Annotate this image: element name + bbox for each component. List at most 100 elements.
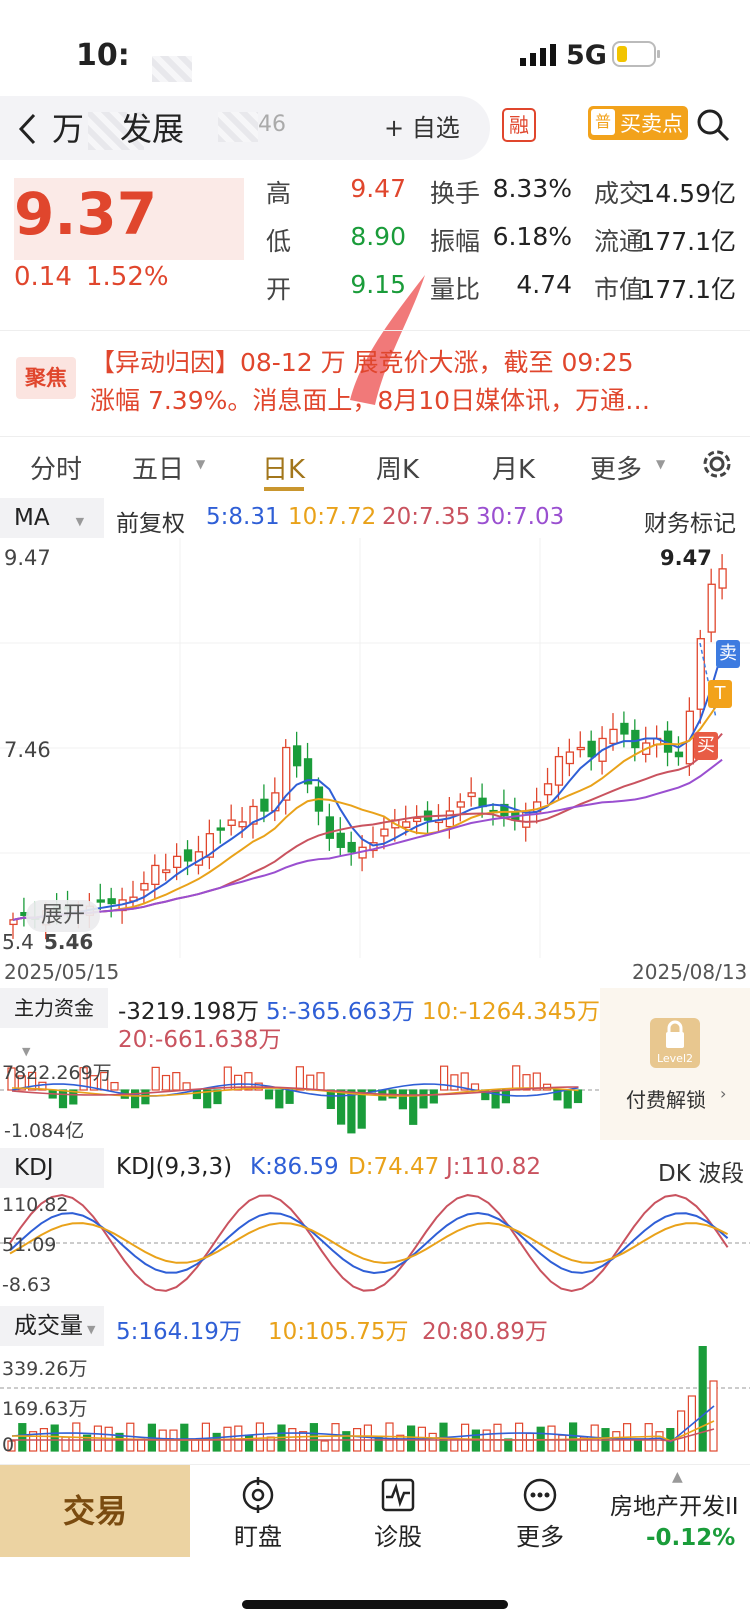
margin-badge[interactable]: 融 <box>502 108 536 142</box>
candle-body <box>172 855 182 869</box>
fund-indicator-selector[interactable]: 主力资金▼ <box>0 988 108 1058</box>
ma-legend-bar: MA ▼ 前复权 5:8.31 10:7.72 20:7.35 30:7.03 财… <box>0 498 750 538</box>
volume-bar <box>191 1438 200 1452</box>
kdj-legend-bar: KDJ KDJ(9,3,3) K:86.59 D:74.47 J:110.82 … <box>0 1148 750 1188</box>
fund-axis-bottom: -1.084亿 <box>4 1120 85 1142</box>
expand-button[interactable]: 展开 <box>26 900 100 932</box>
volume-legend-bar: 成交量 ▼ 5:164.19万 10:105.75万 20:80.89万 <box>0 1306 750 1346</box>
candle-body <box>565 751 575 765</box>
fund-axis-top: 7822.269万 <box>2 1062 112 1084</box>
volume-ma20: 20:80.89万 <box>422 1319 548 1345</box>
chevron-left-icon[interactable] <box>16 112 38 146</box>
volume-indicator-selector[interactable]: 成交量 ▼ <box>0 1306 104 1346</box>
ma30-line <box>12 758 723 921</box>
fund-bar <box>419 1089 428 1109</box>
tab-intraday[interactable]: 分时 <box>30 449 82 486</box>
fund-bar <box>285 1089 294 1104</box>
dropdown-caret-icon: ▼ <box>75 515 85 528</box>
volume-axis-mid: 169.63万 <box>2 1398 88 1420</box>
finance-mark-button[interactable]: 财务标记 <box>644 504 736 538</box>
candle-body <box>576 746 585 751</box>
add-watchlist-button[interactable]: + 自选 <box>384 108 460 143</box>
level2-paywall[interactable]: Level2 付费解锁 › <box>600 988 750 1140</box>
ma20-value: 20:7.35 <box>382 504 471 530</box>
volume-bar <box>461 1423 470 1452</box>
ma-indicator-selector[interactable]: MA ▼ <box>0 498 104 538</box>
search-icon[interactable] <box>696 108 730 142</box>
candle-body <box>347 841 356 853</box>
price-change: 0.14 <box>14 262 72 292</box>
redaction-block <box>152 56 192 82</box>
kdj-k: K:86.59 <box>250 1154 339 1180</box>
candle-body <box>336 832 345 848</box>
gear-icon[interactable] <box>700 447 734 481</box>
news-line-2: 涨幅 7.39%。消息面上，8月10日媒体讯，万通… <box>90 386 651 415</box>
dropdown-caret-icon: ▼ <box>87 1323 96 1336</box>
signal-icon <box>520 44 556 66</box>
volume-bar <box>331 1423 340 1452</box>
fund-bar <box>357 1089 366 1129</box>
bottom-toolbar: 交易 盯盘 诊股 更多 ▲ 房地产开发II -0.12% <box>0 1464 750 1575</box>
volume-bar <box>255 1422 264 1452</box>
volume-bar <box>212 1432 221 1452</box>
ma30-value: 30:7.03 <box>476 504 565 530</box>
tab-monthly-k[interactable]: 月K <box>492 449 535 486</box>
ma5-line <box>12 651 724 921</box>
candle-body <box>543 783 553 796</box>
level2-text: Level2 <box>656 1052 694 1065</box>
candle-body <box>96 899 105 903</box>
buy-signal-tag[interactable]: 买 <box>694 732 718 760</box>
volume-bar <box>18 1423 27 1452</box>
dk-wave-button[interactable]: DK 波段 <box>658 1154 744 1188</box>
kdj-axis-mid: 51.09 <box>2 1234 57 1256</box>
volume-bar <box>655 1431 664 1452</box>
candle-body <box>325 816 335 839</box>
fund-bar <box>213 1089 222 1105</box>
t-signal-tag[interactable]: T <box>708 680 732 708</box>
more-button[interactable]: 更多 <box>480 1465 600 1575</box>
quote-label: 换手 <box>430 179 481 208</box>
ma20-line <box>12 732 723 921</box>
kline-chart[interactable] <box>0 538 750 958</box>
diagnose-button[interactable]: 诊股 <box>338 1465 458 1575</box>
sell-signal-tag[interactable]: 卖 <box>716 640 740 668</box>
more-label: 更多 <box>516 1523 564 1551</box>
fund-label: 主力资金 <box>14 996 94 1020</box>
period-tabs: 分时 五日 ▼ 日K 周K 月K 更多 ▼ <box>0 436 750 499</box>
volume-bar <box>374 1436 383 1452</box>
kdj-axis-top: 110.82 <box>2 1194 69 1216</box>
candle-body <box>216 827 225 831</box>
kdj-chart <box>0 1193 750 1293</box>
stock-name-right: 发展 <box>120 110 185 148</box>
watch-button[interactable]: 盯盘 <box>198 1465 318 1575</box>
date-end: 2025/08/13 <box>632 960 748 984</box>
tab-daily-k[interactable]: 日K <box>262 449 305 486</box>
tab-more[interactable]: 更多 <box>590 449 642 486</box>
kdj-axis-bottom: -8.63 <box>2 1274 52 1296</box>
fund-bar <box>501 1089 510 1104</box>
tab-five-day[interactable]: 五日 <box>132 449 184 486</box>
news-banner[interactable]: 聚焦 【异动归因】08-12 万 展竞价大涨，截至 09:25 涨幅 7.39%… <box>0 330 750 427</box>
volume-bar <box>450 1438 459 1452</box>
quote-value-high: 9.47 <box>350 174 406 203</box>
trade-button[interactable]: 交易 <box>0 1465 190 1557</box>
fund-bar <box>131 1089 140 1109</box>
news-line-1: 【异动归因】08-12 万 展竞价大涨，截至 09:25 <box>90 348 634 377</box>
kdj-indicator-selector[interactable]: KDJ <box>0 1148 104 1188</box>
volume-bar <box>299 1431 308 1452</box>
quote-value: 14.59亿 <box>639 179 736 208</box>
candle-body <box>183 849 193 862</box>
candle-body <box>162 869 171 874</box>
candle-body <box>140 882 149 891</box>
fund-bar <box>306 1074 315 1091</box>
quote-value-low: 8.90 <box>350 222 406 251</box>
volume-bar <box>493 1423 502 1452</box>
fund-bar <box>347 1089 356 1134</box>
candle-body <box>631 729 640 749</box>
tab-weekly-k[interactable]: 周K <box>376 449 419 486</box>
sector-widget[interactable]: ▲ 房地产开发II -0.12% <box>606 1465 750 1575</box>
volume-bar <box>525 1432 535 1452</box>
kdj-label: KDJ <box>14 1155 54 1181</box>
buy-sell-point-button[interactable]: 普 买卖点 <box>588 106 688 140</box>
fund-ma5: 5:-365.663万 <box>266 999 415 1025</box>
